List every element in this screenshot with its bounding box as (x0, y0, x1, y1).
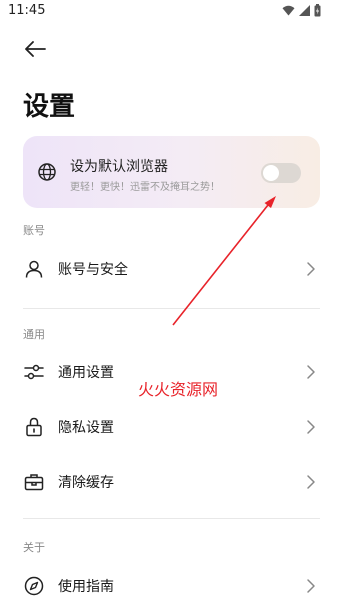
page-title: 设置 (23, 92, 76, 122)
status-time: 11:45 (8, 3, 46, 18)
chevron-right-icon (307, 420, 315, 434)
row-clear-cache[interactable]: 清除缓存 (0, 460, 343, 504)
divider (23, 518, 320, 519)
globe-icon (38, 163, 56, 181)
arrow-left-icon (25, 41, 46, 57)
row-label-user-guide: 使用指南 (58, 579, 114, 595)
row-label-privacy-settings: 隐私设置 (58, 420, 114, 436)
sliders-icon (24, 364, 44, 380)
section-header-account: 账号 (23, 224, 45, 237)
row-label-account-security: 账号与安全 (58, 262, 128, 278)
compass-icon (24, 576, 44, 596)
watermark: 火火资源网 (138, 380, 219, 399)
lock-icon (26, 417, 42, 437)
signal-icon (299, 5, 310, 16)
section-header-general: 通用 (23, 328, 45, 341)
status-icons (282, 4, 321, 17)
battery-icon (314, 4, 321, 17)
toggle-knob (263, 165, 279, 181)
default-browser-title: 设为默认浏览器 (70, 159, 168, 175)
default-browser-toggle[interactable] (261, 163, 301, 183)
chevron-right-icon (307, 262, 315, 276)
row-label-general-settings: 通用设置 (58, 365, 114, 381)
section-header-about: 关于 (23, 541, 45, 554)
chevron-right-icon (307, 365, 315, 379)
default-browser-card: 设为默认浏览器 更轻！更快！迅雷不及掩耳之势！ (23, 136, 320, 208)
wifi-icon (282, 5, 295, 16)
row-account-security[interactable]: 账号与安全 (0, 247, 343, 291)
chevron-right-icon (307, 579, 315, 593)
row-label-clear-cache: 清除缓存 (58, 475, 114, 491)
back-button[interactable] (18, 34, 52, 64)
row-user-guide[interactable]: 使用指南 (0, 564, 343, 608)
status-bar: 11:45 (0, 0, 343, 24)
toolbox-icon (24, 474, 44, 491)
row-privacy-settings[interactable]: 隐私设置 (0, 405, 343, 449)
person-icon (25, 260, 43, 278)
default-browser-subtitle: 更轻！更快！迅雷不及掩耳之势！ (70, 182, 220, 193)
chevron-right-icon (307, 475, 315, 489)
divider (23, 308, 320, 309)
